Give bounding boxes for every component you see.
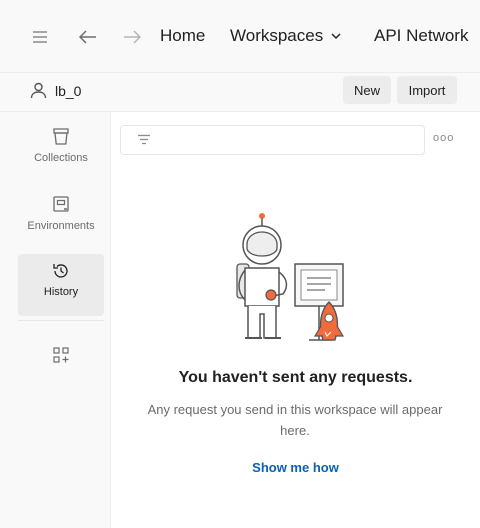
environments-icon bbox=[53, 196, 69, 212]
sidebar-item-add-apps[interactable] bbox=[18, 346, 104, 372]
sidebar-item-collections[interactable]: Collections bbox=[18, 126, 104, 182]
show-me-how-link[interactable]: Show me how bbox=[111, 460, 480, 475]
history-panel: ooo You haven't sent any requests. Any r… bbox=[111, 112, 480, 528]
sidebar-item-label: Collections bbox=[34, 152, 88, 164]
forward-arrow-icon[interactable] bbox=[122, 27, 142, 47]
top-nav-bar: Home Workspaces API Network bbox=[0, 0, 480, 73]
empty-state-description: Any request you send in this workspace w… bbox=[147, 402, 443, 438]
back-arrow-icon[interactable] bbox=[78, 27, 98, 47]
workspace-name: lb_0 bbox=[55, 82, 82, 99]
workspace-header: lb_0 New Import bbox=[0, 73, 480, 112]
nav-home-label: Home bbox=[160, 26, 206, 45]
workspace-selector[interactable]: lb_0 bbox=[30, 82, 81, 99]
sidebar-item-environments[interactable]: Environments bbox=[18, 194, 104, 250]
sidebar-item-label: History bbox=[43, 286, 79, 298]
new-button[interactable]: New bbox=[343, 76, 391, 104]
nav-workspaces-dropdown[interactable]: Workspaces bbox=[230, 26, 341, 46]
add-apps-icon bbox=[53, 347, 69, 363]
more-options-icon[interactable]: ooo bbox=[433, 132, 454, 144]
history-icon bbox=[53, 264, 68, 278]
filter-icon bbox=[138, 134, 150, 145]
nav-workspaces-label: Workspaces bbox=[230, 26, 324, 45]
chevron-down-icon bbox=[331, 32, 341, 39]
search-filter-input[interactable] bbox=[120, 125, 425, 155]
nav-api-network-link[interactable]: API Network bbox=[374, 26, 468, 46]
collections-icon bbox=[53, 128, 69, 145]
empty-state-title: You haven't sent any requests. bbox=[178, 369, 413, 386]
sidebar-item-label: Environments bbox=[27, 220, 95, 232]
user-icon bbox=[30, 82, 47, 99]
import-button[interactable]: Import bbox=[397, 76, 457, 104]
left-sidebar: Collections Environments History bbox=[0, 112, 111, 528]
sidebar-divider bbox=[18, 320, 104, 321]
menu-icon[interactable] bbox=[30, 27, 50, 47]
nav-api-network-label: API Network bbox=[374, 26, 469, 45]
nav-home-link[interactable]: Home bbox=[160, 26, 205, 46]
sidebar-item-history[interactable]: History bbox=[18, 254, 104, 316]
astronaut-illustration bbox=[236, 213, 345, 341]
